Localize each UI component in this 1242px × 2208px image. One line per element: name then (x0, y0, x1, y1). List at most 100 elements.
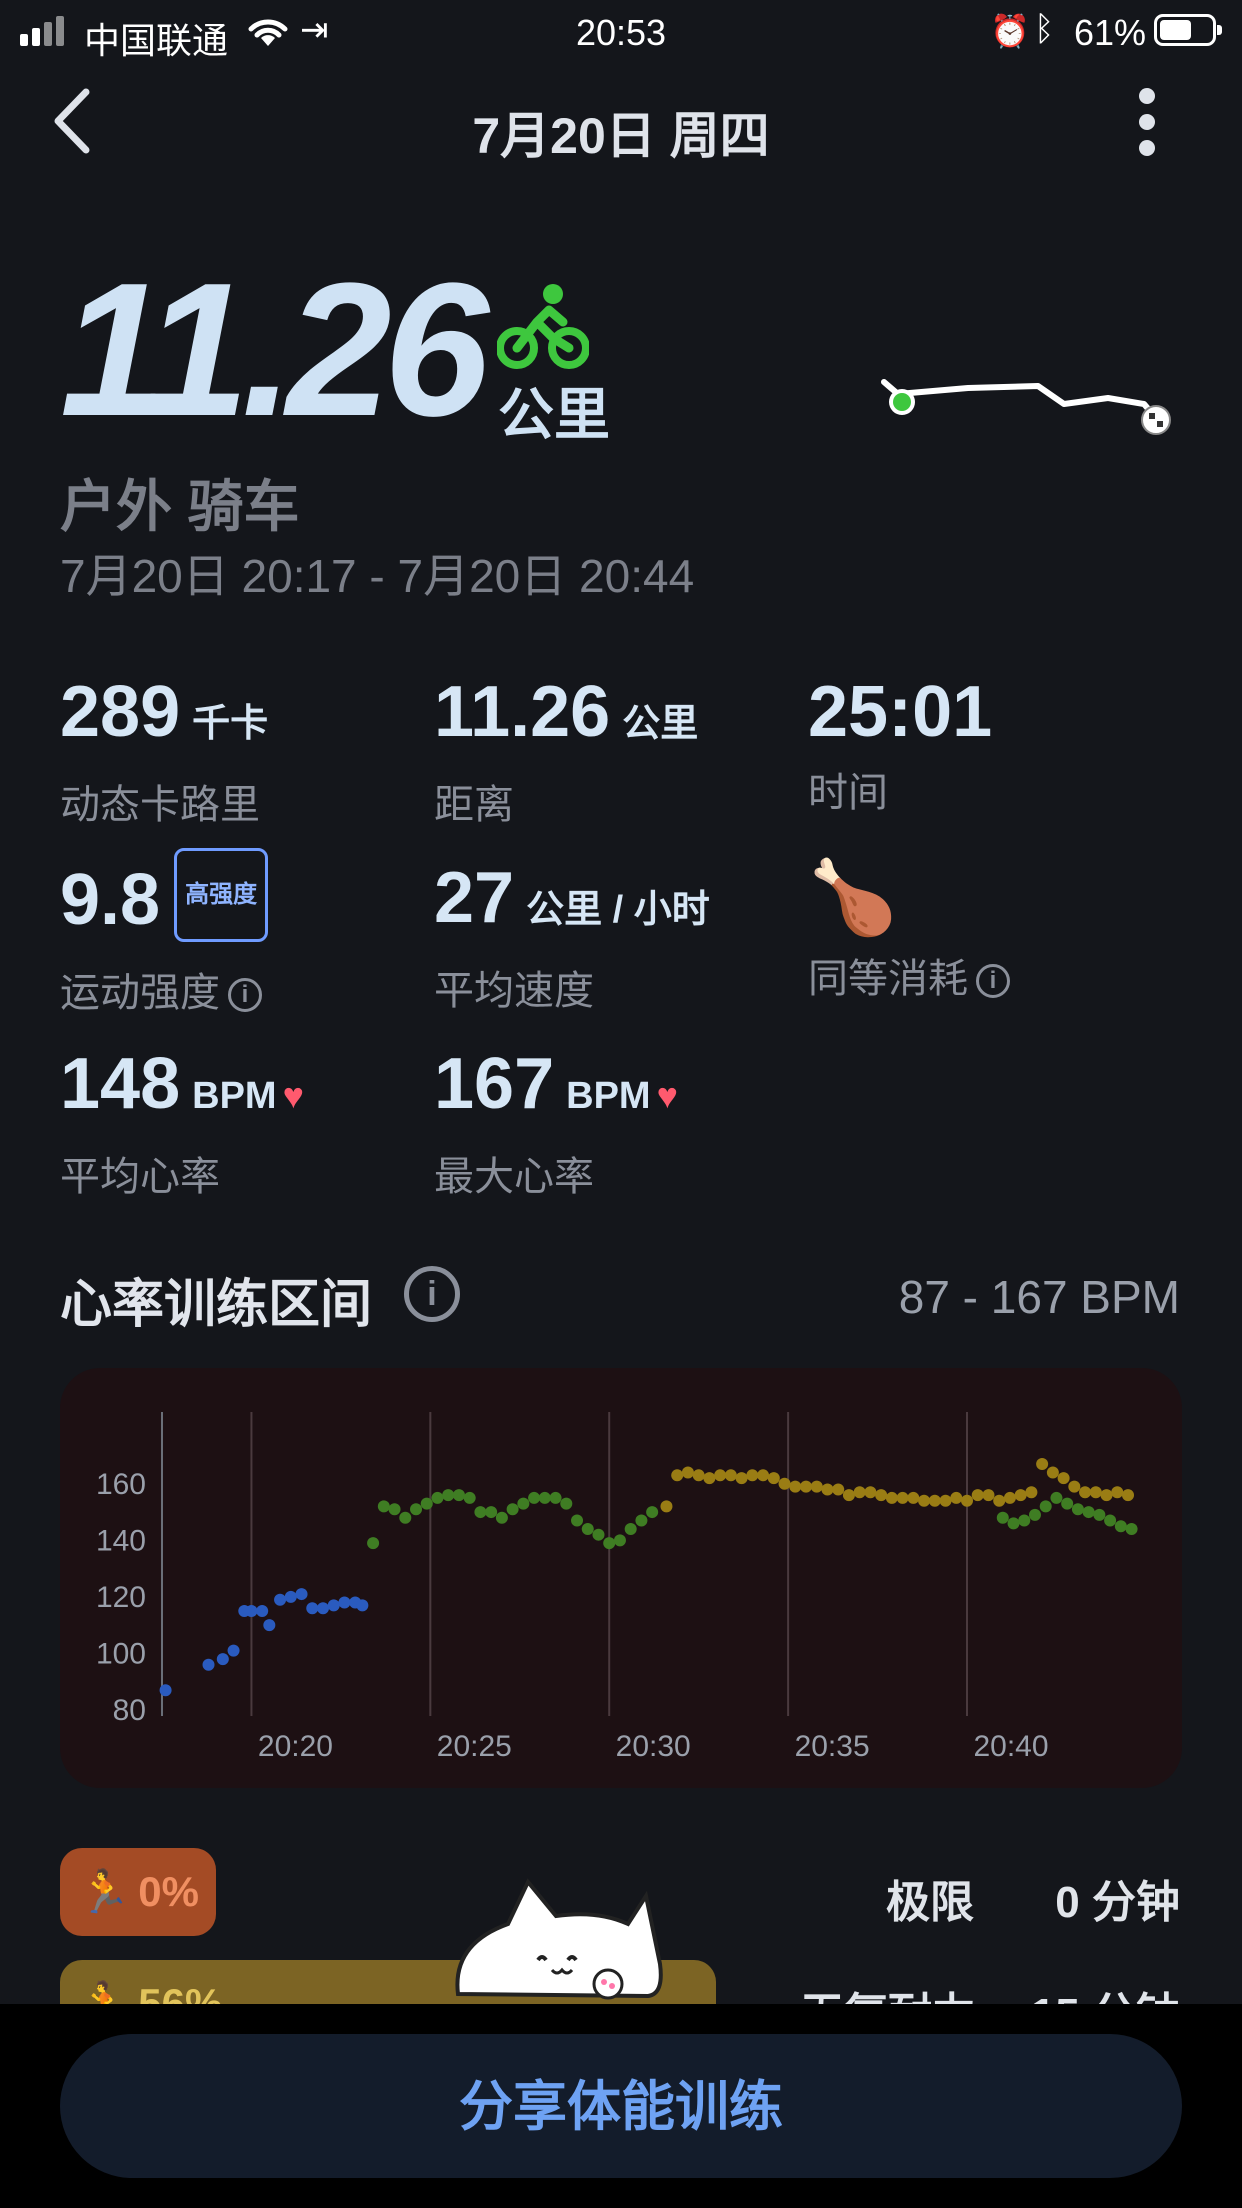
hr-point (216, 1653, 229, 1666)
distance-unit: 公里 (622, 703, 699, 745)
info-icon[interactable]: i (404, 1266, 460, 1322)
hr-point (1028, 1508, 1041, 1521)
activity-type: 户外 骑车 (60, 475, 300, 538)
hr-point (800, 1480, 812, 1493)
hr-point (485, 1506, 498, 1519)
hr-point (746, 1469, 759, 1482)
y-tick-label: 160 (96, 1468, 146, 1501)
hr-point (1089, 1486, 1102, 1499)
hr-range: 87 - 167 BPM (898, 1271, 1180, 1323)
hr-point (778, 1477, 791, 1490)
hr-point (613, 1534, 626, 1547)
drumstick-icon: 🍗 (808, 858, 898, 938)
hero-distance-unit: 公里 (498, 383, 610, 446)
equivalent-label: 同等消耗 (808, 957, 968, 1001)
route-map[interactable] (878, 370, 1178, 440)
calories-value: 289 (60, 672, 181, 752)
hr-point (832, 1483, 845, 1496)
duration-label: 时间 (808, 771, 888, 815)
heart-icon: ♥ (282, 1075, 304, 1116)
time-range: 7月20日 20:17 - 7月20日 20:44 (60, 550, 695, 602)
hr-point (864, 1486, 877, 1499)
avg-hr-unit: BPM (192, 1075, 277, 1117)
max-hr-unit: BPM (566, 1075, 651, 1117)
more-vertical-icon (1130, 88, 1164, 156)
hr-point (388, 1503, 401, 1516)
hr-point (875, 1489, 888, 1502)
status-time: 20:53 (575, 12, 667, 53)
max-hr-value: 167 (434, 1044, 555, 1124)
hr-point (1122, 1489, 1134, 1502)
hr-point (581, 1523, 594, 1536)
hr-point (1014, 1489, 1027, 1502)
x-tick-label: 20:30 (616, 1730, 691, 1763)
intensity-label: 运动强度 (60, 971, 220, 1015)
y-tick-label: 100 (96, 1637, 146, 1670)
y-tick-label: 120 (96, 1581, 146, 1614)
distance-value: 11.26 (434, 672, 611, 752)
x-tick-label: 20:20 (258, 1730, 333, 1763)
hr-point (327, 1599, 340, 1612)
calories-unit: 千卡 (192, 703, 269, 745)
hr-point (263, 1619, 276, 1632)
share-workout-button[interactable]: 分享体能训练 (60, 2034, 1182, 2178)
hr-point (474, 1506, 487, 1519)
zone-extreme-label: 极限 (886, 1878, 974, 1927)
hr-point (410, 1503, 423, 1516)
hr-point (245, 1605, 258, 1618)
hr-point (442, 1489, 455, 1502)
hr-point (703, 1472, 716, 1485)
hr-point (735, 1472, 748, 1485)
hr-point (1082, 1506, 1095, 1519)
hr-point (671, 1469, 684, 1482)
hr-point (635, 1514, 648, 1527)
hr-point (885, 1491, 898, 1504)
hr-point (1114, 1520, 1127, 1533)
x-tick-label: 20:40 (973, 1730, 1048, 1763)
hr-point (1046, 1466, 1059, 1479)
hr-point (1079, 1486, 1092, 1499)
page-title: 7月20日 周四 (472, 108, 770, 164)
info-icon[interactable]: i (228, 978, 262, 1013)
info-icon[interactable]: i (976, 964, 1010, 999)
hr-point (961, 1494, 973, 1507)
hr-zone-title: 心率训练区间 (60, 1276, 373, 1334)
hr-point (939, 1494, 952, 1507)
hr-point (1071, 1503, 1084, 1516)
y-tick-label: 140 (96, 1524, 146, 1557)
hr-point (896, 1491, 909, 1504)
hr-point (1100, 1489, 1113, 1502)
hr-point (399, 1511, 412, 1524)
hr-point (256, 1605, 269, 1618)
hr-point (538, 1491, 551, 1504)
hr-point (571, 1514, 584, 1527)
hr-point (367, 1537, 380, 1550)
hr-point (1025, 1486, 1038, 1499)
stat-intensity: 9.8 高强度 运动强度 i (60, 848, 269, 1018)
hr-point (1003, 1491, 1016, 1504)
y-tick-label: 80 (113, 1694, 146, 1727)
hr-point (506, 1503, 519, 1516)
hr-chart[interactable]: 160 140 120 100 80 20:20 20:25 20:30 20:35 20:40 (60, 1368, 1182, 1788)
speed-label: 平均速度 (434, 969, 594, 1013)
speed-unit: 公里 / 小时 (526, 889, 710, 931)
hr-point (853, 1486, 866, 1499)
hr-point (1068, 1480, 1081, 1493)
hr-point (306, 1602, 319, 1615)
hr-point (159, 1684, 172, 1697)
alarm-icon: ⏰ (990, 13, 1030, 49)
hr-point (284, 1590, 297, 1603)
hr-point (660, 1500, 673, 1513)
hr-point (517, 1497, 530, 1510)
hr-point (295, 1588, 308, 1601)
hr-point (993, 1494, 1006, 1507)
hr-point (1125, 1523, 1138, 1536)
hr-point (714, 1469, 727, 1482)
hr-point (549, 1491, 562, 1504)
more-button[interactable] (1130, 88, 1164, 166)
max-hr-label: 最大心率 (434, 1155, 594, 1199)
hr-point (227, 1644, 240, 1657)
hr-point (971, 1489, 984, 1502)
hr-point (463, 1491, 476, 1504)
hr-point (918, 1494, 931, 1507)
